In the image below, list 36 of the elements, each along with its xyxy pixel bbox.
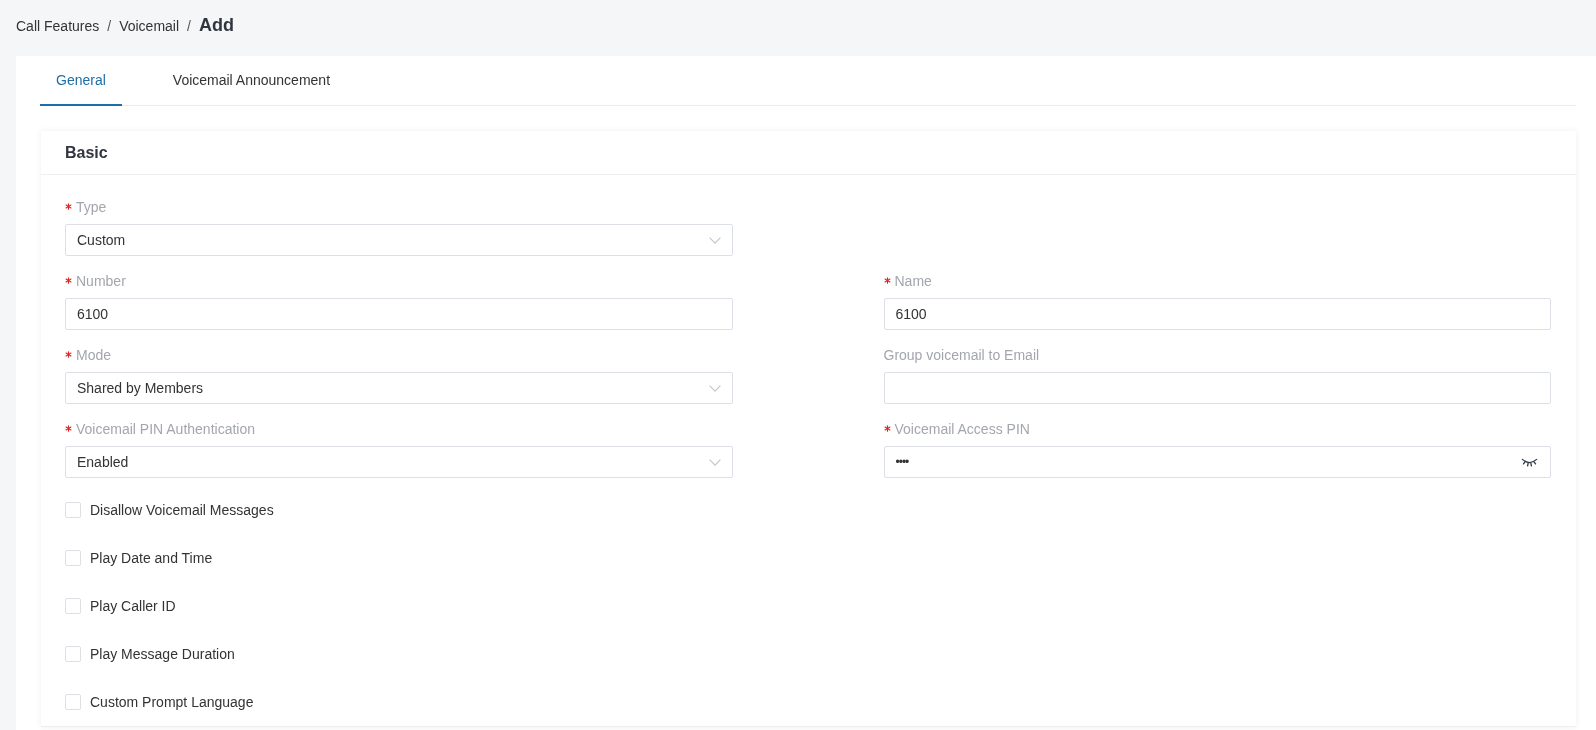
checkbox-label: Play Caller ID [90, 598, 176, 614]
tab[interactable]: Voicemail Announcement [156, 56, 347, 106]
field-label: Name [894, 272, 932, 291]
checkbox[interactable] [65, 502, 81, 518]
input-field[interactable]: 6100 [65, 298, 733, 330]
chevron-down-icon [708, 458, 721, 466]
tab[interactable]: General [40, 56, 122, 106]
breadcrumb-link[interactable]: Voicemail [119, 18, 180, 34]
select-field[interactable]: Enabled [65, 446, 733, 478]
select-field[interactable]: Shared by Members [65, 372, 733, 404]
checkbox-label: Custom Prompt Language [90, 694, 254, 710]
checkbox-label: Play Date and Time [90, 550, 213, 566]
field-label: Group voicemail to Email [883, 346, 1040, 365]
field-label: Type [76, 198, 107, 217]
password-field[interactable]: •••• [883, 446, 1551, 478]
field-label: Voicemail PIN Authentication [76, 420, 255, 439]
breadcrumb-separator: / [187, 18, 191, 34]
input-field[interactable]: 6100 [883, 298, 1551, 330]
field-label: Number [76, 272, 126, 291]
checkbox[interactable] [65, 598, 81, 614]
breadcrumb-separator: / [107, 18, 112, 34]
select-field[interactable]: Custom [65, 224, 733, 256]
chevron-down-icon [708, 236, 721, 244]
input-field[interactable] [883, 372, 1551, 404]
checkbox[interactable] [65, 550, 81, 566]
checkbox-label: Play Message Duration [90, 646, 235, 662]
breadcrumb-link[interactable]: Call Features [16, 18, 100, 34]
checkbox-label: Disallow Voicemail Messages [90, 502, 274, 518]
closed-eye-icon[interactable] [1521, 457, 1538, 467]
field-label: Voicemail Access PIN [894, 420, 1030, 439]
section-title: Basic [65, 143, 108, 162]
field-label: Mode [76, 346, 112, 365]
checkbox[interactable] [65, 646, 81, 662]
chevron-down-icon [708, 384, 721, 392]
page-title: Add [198, 15, 234, 36]
checkbox[interactable] [65, 694, 81, 710]
